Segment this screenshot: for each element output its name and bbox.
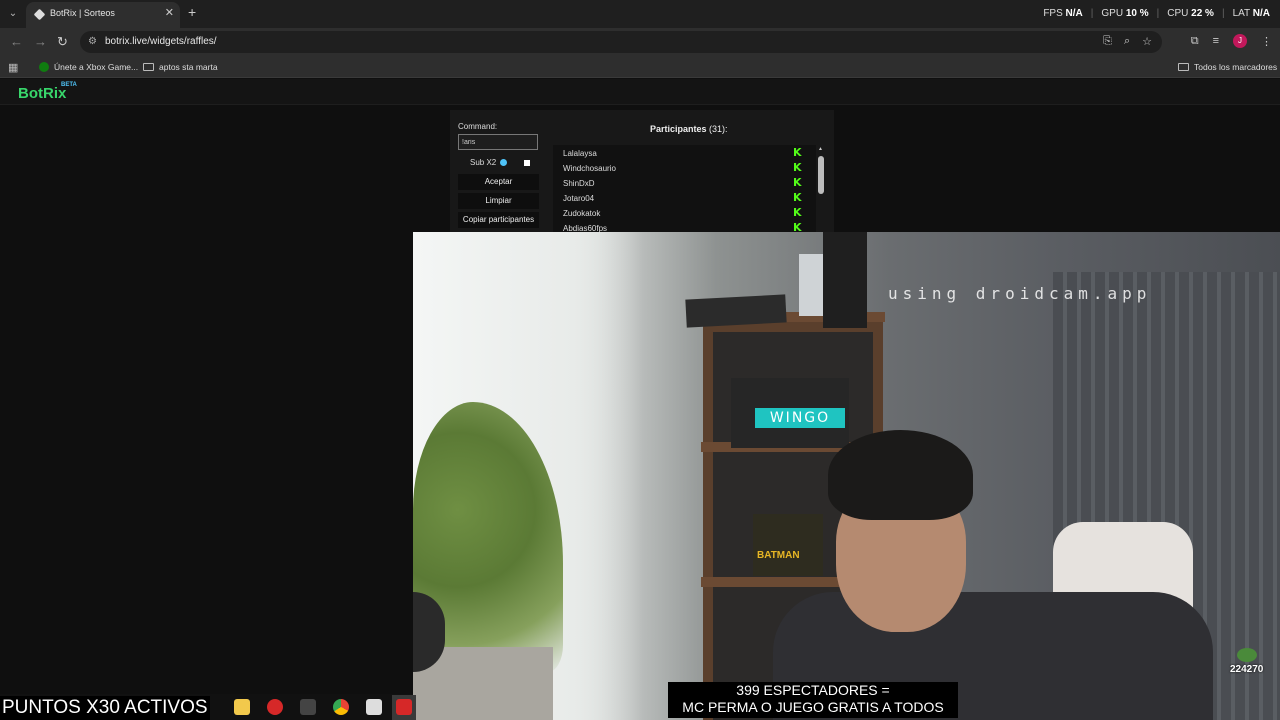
droidcam-watermark: using droidcam.app [888, 284, 1152, 303]
bookmark-label: Únete a Xbox Game... [54, 62, 139, 72]
raffle-panel: Command: Sub X2 Aceptar Limpiar Copiar p… [450, 110, 834, 235]
tab-title: BotRix | Sorteos [50, 8, 115, 18]
xbox-icon [39, 62, 49, 72]
fps-readout: FPS N/A [1043, 8, 1083, 19]
reload-icon[interactable]: ↻ [57, 34, 68, 50]
chrome-icon[interactable] [333, 699, 349, 715]
list-item: Jotaro04 [563, 194, 595, 203]
command-label: Command: [458, 122, 498, 131]
all-bookmarks-folder[interactable]: Todos los marcadores [1178, 62, 1277, 72]
site-header: BotRix BETA [0, 79, 1280, 105]
tab-strip: ⌄ BotRix | Sorteos ✕ + FPS N/A | GPU 10 … [0, 0, 1280, 28]
file-explorer-icon[interactable] [234, 699, 250, 715]
participants-title: Participantes (31): [650, 124, 728, 134]
tab-search-icon[interactable]: ⌄ [4, 5, 22, 23]
extensions-icon[interactable]: ⧉ [1191, 35, 1199, 48]
person-hair [828, 430, 973, 520]
opera-icon[interactable] [267, 699, 283, 715]
new-tab-button[interactable]: + [188, 4, 196, 20]
back-arrow-icon[interactable]: ← [10, 34, 23, 49]
screen: ⌄ BotRix | Sorteos ✕ + FPS N/A | GPU 10 … [0, 0, 1280, 720]
bookmarks-bar: ▦ Únete a Xbox Game... aptos sta marta T… [0, 56, 1280, 78]
bookmark-label: Todos los marcadores [1194, 62, 1278, 72]
apps-grid-icon[interactable]: ▦ [8, 61, 18, 74]
points-banner: PUNTOS X30 ACTIVOS [0, 696, 210, 720]
spectators-line-2: MC PERMA O JUEGO GRATIS A TODOS [682, 699, 944, 715]
kick-icon: K [793, 206, 802, 219]
wingo-box: WINGO [731, 378, 849, 448]
list-item: ShinDxD [563, 179, 595, 188]
webcam-feed: WINGO BATMAN using droidcam.app 224270 [413, 232, 1280, 720]
list-item: Zudokatok [563, 209, 601, 218]
forward-arrow-icon[interactable]: → [34, 34, 47, 49]
beta-tag: BETA [61, 82, 77, 88]
gpu-readout: GPU 10 % [1101, 8, 1149, 19]
wingo-label: WINGO [755, 408, 845, 428]
spectators-banner: 399 ESPECTADORES = MC PERMA O JUEGO GRAT… [668, 682, 958, 718]
bookmark-label: aptos sta marta [159, 62, 218, 72]
product-box [685, 294, 787, 328]
streaming-app-icon[interactable] [396, 699, 412, 715]
close-tab-icon[interactable]: ✕ [165, 6, 174, 19]
address-bar[interactable]: ⚙ botrix.live/widgets/raffles/ ⎘ ⌕ ☆ [80, 31, 1162, 53]
translate-icon[interactable]: ⎘ [1103, 35, 1112, 48]
info-icon[interactable] [500, 159, 508, 166]
kick-icon: K [793, 146, 802, 159]
bookmark-xbox[interactable]: Únete a Xbox Game... [39, 62, 138, 72]
menu-kebab-icon[interactable]: ⋮ [1261, 35, 1272, 48]
scroll-thumb[interactable] [818, 156, 824, 194]
kick-icon: K [793, 191, 802, 204]
botrix-favicon-icon [33, 8, 46, 21]
participants-count: (31): [709, 124, 728, 134]
clear-button[interactable]: Limpiar [458, 193, 539, 209]
batman-label: BATMAN [757, 550, 800, 561]
bookmark-folder-aptos[interactable]: aptos sta marta [143, 62, 218, 72]
accept-button[interactable]: Aceptar [458, 174, 539, 190]
kick-icon: K [793, 176, 802, 189]
command-input[interactable] [458, 134, 538, 150]
sub-x2-checkbox[interactable] [524, 160, 530, 166]
toolbar-actions: ⧉ ≡ J ⋮ [1191, 34, 1272, 48]
spectators-line-1: 399 ESPECTADORES = [736, 682, 890, 698]
cpu-readout: CPU 22 % [1167, 8, 1214, 19]
latency-readout: LAT N/A [1232, 8, 1270, 19]
browser-tab[interactable]: BotRix | Sorteos ✕ [26, 2, 180, 28]
discord-icon[interactable] [366, 699, 382, 715]
profile-avatar[interactable]: J [1233, 34, 1247, 48]
points-counter: 224270 [1230, 664, 1264, 675]
batman-box: BATMAN [753, 514, 823, 576]
url-text[interactable]: botrix.live/widgets/raffles/ [105, 36, 217, 47]
list-item: Windchosaurio [563, 164, 616, 173]
kick-icon: K [793, 161, 802, 174]
bookmark-star-icon[interactable]: ☆ [1142, 35, 1152, 48]
gpu-box [823, 232, 867, 328]
app-launcher-icon[interactable] [300, 699, 316, 715]
botrix-logo[interactable]: BotRix [18, 85, 66, 102]
participants-list[interactable]: Lalalaysa Windchosaurio ShinDxD Jotaro04… [553, 145, 816, 235]
sub-x2-option: Sub X2 [470, 158, 508, 167]
sub-x2-label: Sub X2 [470, 158, 497, 167]
performance-overlay: FPS N/A | GPU 10 % | CPU 22 % | LAT N/A [1043, 8, 1270, 19]
folder-icon [143, 63, 154, 71]
folder-icon [1178, 63, 1189, 71]
copy-participants-button[interactable]: Copiar participantes [458, 212, 539, 228]
list-item: Lalalaysa [563, 149, 597, 158]
frog-emote-icon [1237, 648, 1257, 662]
scroll-up-icon[interactable]: ▲ [818, 146, 824, 152]
zoom-icon[interactable]: ⌕ [1124, 35, 1130, 48]
participants-scrollbar[interactable]: ▲ [818, 146, 824, 234]
media-controls-icon[interactable]: ≡ [1213, 35, 1219, 47]
browser-toolbar: ← → ↻ ⚙ botrix.live/widgets/raffles/ ⎘ ⌕… [0, 28, 1280, 56]
site-info-icon[interactable]: ⚙ [88, 36, 100, 48]
